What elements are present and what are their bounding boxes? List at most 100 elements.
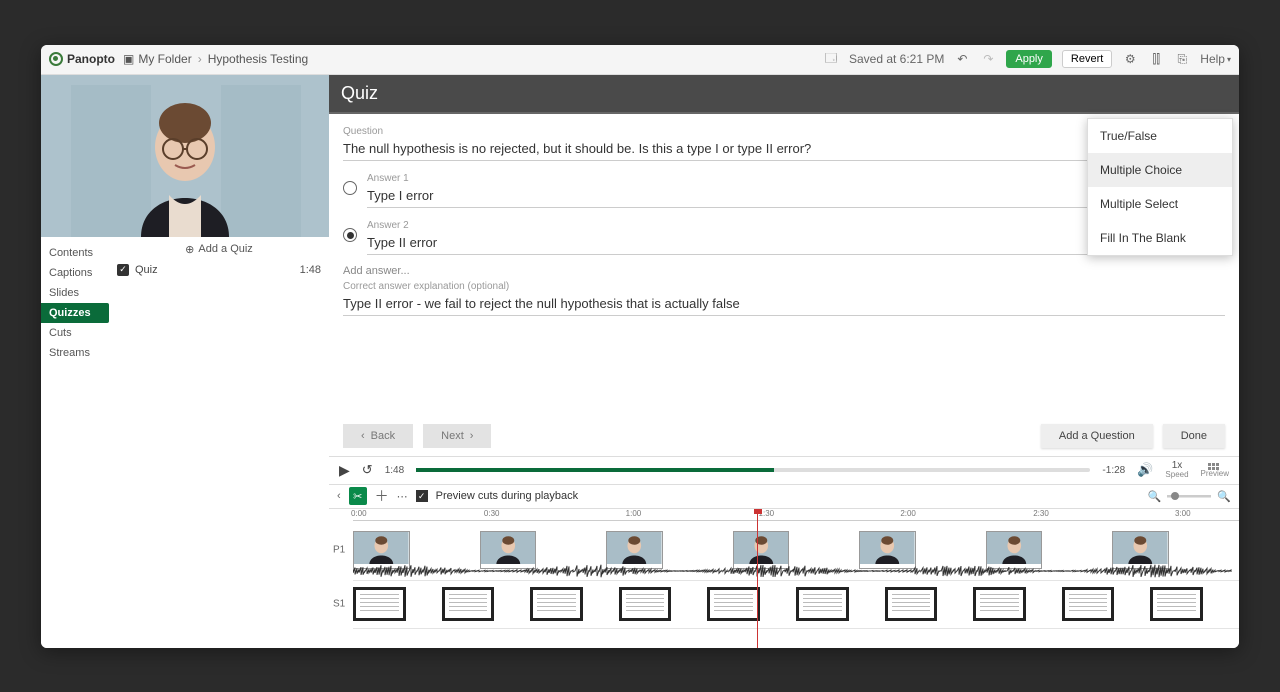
revert-button[interactable]: Revert	[1062, 50, 1112, 68]
nav-contents[interactable]: Contents	[41, 243, 109, 263]
ruler-mark: 1:00	[626, 509, 642, 518]
quiz-nav-row: ‹Back Next› Add a Question Done	[329, 416, 1239, 456]
preview-cuts-label: Preview cuts during playback	[436, 490, 578, 502]
slide-thumb-frame[interactable]	[885, 587, 938, 621]
captions-icon[interactable]: 🗔	[823, 49, 839, 70]
slide-thumb-frame[interactable]	[353, 587, 406, 621]
chevron-right-icon: ›	[198, 52, 202, 66]
cut-tool-icon[interactable]: ✂	[349, 487, 367, 505]
rewind-icon[interactable]: ↺	[362, 462, 373, 478]
timeline[interactable]: 0:00 0:30 1:00 1:30 2:00 2:30 3:00 P1 S1	[329, 508, 1239, 648]
export-icon[interactable]: ⎘	[1174, 52, 1190, 67]
nav-cuts[interactable]: Cuts	[41, 323, 109, 343]
track-primary[interactable]: P1	[353, 521, 1239, 581]
apply-button[interactable]: Apply	[1006, 50, 1052, 68]
saved-status: Saved at 6:21 PM	[849, 52, 944, 66]
back-button[interactable]: ‹Back	[343, 424, 413, 448]
video-preview[interactable]	[41, 75, 329, 237]
slide-thumb-frame[interactable]	[619, 587, 672, 621]
plus-circle-icon: ⊕	[185, 243, 194, 256]
more-tool-icon[interactable]: ⋯	[397, 490, 408, 503]
add-tool-icon[interactable]: ＋	[375, 486, 389, 506]
type-option-truefalse[interactable]: True/False	[1088, 119, 1232, 153]
panopto-icon	[49, 52, 63, 66]
current-time: 1:48	[385, 465, 404, 476]
zoom-in-icon[interactable]: 🔍	[1217, 490, 1231, 503]
quiz-item-time: 1:48	[300, 264, 321, 276]
check-icon: ✓	[117, 264, 129, 276]
top-bar: Panopto ▣ My Folder › Hypothesis Testing…	[41, 45, 1239, 75]
question-type-dropdown[interactable]: True/False Multiple Choice Multiple Sele…	[1087, 118, 1233, 256]
undo-icon[interactable]: ↶	[954, 52, 970, 66]
explanation-label: Correct answer explanation (optional)	[343, 281, 1225, 292]
brand-logo[interactable]: Panopto	[49, 52, 115, 66]
chevron-right-icon: ›	[470, 430, 474, 442]
add-answer-button[interactable]: Add answer...	[343, 265, 1225, 277]
answer-2-radio[interactable]	[343, 228, 357, 242]
zoom-out-icon[interactable]: 🔍	[1148, 490, 1162, 503]
ruler-mark: 0:00	[351, 509, 367, 518]
type-option-multiplechoice[interactable]: Multiple Choice	[1088, 153, 1232, 187]
nav-quizzes[interactable]: Quizzes	[41, 303, 109, 323]
help-label: Help	[1200, 52, 1225, 66]
ruler-mark: 2:30	[1033, 509, 1049, 518]
slide-thumb-frame[interactable]	[1150, 587, 1203, 621]
track-label-p1: P1	[333, 545, 345, 556]
ruler-mark: 0:30	[484, 509, 500, 518]
playhead[interactable]	[757, 509, 758, 648]
nav-captions[interactable]: Captions	[41, 263, 109, 283]
ruler-mark: 2:00	[900, 509, 916, 518]
nav-streams[interactable]: Streams	[41, 343, 109, 363]
preview-cuts-checkbox[interactable]: ✓	[416, 490, 428, 502]
folder-icon: ▣	[123, 52, 134, 66]
type-option-multipleselect[interactable]: Multiple Select	[1088, 187, 1232, 221]
chevron-down-icon: ▾	[1227, 55, 1231, 64]
redo-icon[interactable]: ↷	[980, 52, 996, 66]
breadcrumb-folder[interactable]: ▣ My Folder	[123, 52, 192, 66]
gear-icon[interactable]: ⚙	[1122, 52, 1138, 66]
side-content: ⊕ Add a Quiz ✓ Quiz 1:48	[109, 237, 329, 648]
next-button[interactable]: Next›	[423, 424, 491, 448]
breadcrumb: ▣ My Folder › Hypothesis Testing	[123, 52, 308, 66]
chevron-left-icon: ‹	[361, 430, 365, 442]
playback-bar: ▶ ↺ 1:48 -1:28 🔊 1x Speed Preview	[329, 456, 1239, 484]
stats-icon[interactable]: ⫿⫿	[1148, 52, 1164, 67]
add-quiz-button[interactable]: ⊕ Add a Quiz	[117, 243, 321, 256]
quiz-item-name: Quiz	[135, 264, 158, 276]
progress-bar[interactable]	[416, 468, 1090, 472]
left-panel: Contents Captions Slides Quizzes Cuts St…	[41, 75, 329, 648]
speed-control[interactable]: 1x Speed	[1165, 461, 1188, 479]
explanation-input[interactable]	[343, 292, 1225, 316]
type-option-fillblank[interactable]: Fill In The Blank	[1088, 221, 1232, 255]
add-quiz-label: Add a Quiz	[198, 243, 252, 256]
help-menu[interactable]: Help ▾	[1200, 52, 1231, 66]
slide-thumb-frame[interactable]	[796, 587, 849, 621]
zoom-slider[interactable]	[1167, 495, 1211, 498]
slide-thumb-frame[interactable]	[973, 587, 1026, 621]
volume-icon[interactable]: 🔊	[1137, 462, 1153, 478]
brand-name: Panopto	[67, 52, 115, 66]
add-question-button[interactable]: Add a Question	[1041, 424, 1153, 448]
remaining-time: -1:28	[1102, 465, 1125, 476]
play-icon[interactable]: ▶	[339, 462, 350, 479]
side-nav: Contents Captions Slides Quizzes Cuts St…	[41, 237, 109, 648]
nav-slides[interactable]: Slides	[41, 283, 109, 303]
preview-grid[interactable]: Preview	[1201, 463, 1229, 478]
collapse-icon[interactable]: ‹	[337, 490, 341, 502]
quiz-header: Quiz	[329, 75, 1239, 114]
done-button[interactable]: Done	[1163, 424, 1225, 448]
quiz-list-item[interactable]: ✓ Quiz 1:48	[117, 262, 321, 278]
slide-thumb-frame[interactable]	[1062, 587, 1115, 621]
breadcrumb-folder-label: My Folder	[138, 52, 191, 66]
slide-thumb-frame[interactable]	[530, 587, 583, 621]
answer-1-radio[interactable]	[343, 181, 357, 195]
ruler-mark: 3:00	[1175, 509, 1191, 518]
track-slides[interactable]: S1	[353, 581, 1239, 629]
breadcrumb-title[interactable]: Hypothesis Testing	[208, 52, 309, 66]
timeline-tools: ‹ ✂ ＋ ⋯ ✓ Preview cuts during playback 🔍…	[329, 484, 1239, 508]
timeline-ruler[interactable]: 0:00 0:30 1:00 1:30 2:00 2:30 3:00	[353, 509, 1239, 521]
editor-panel: Quiz Question Answer 1 Answer 2	[329, 75, 1239, 648]
slide-thumb-frame[interactable]	[442, 587, 495, 621]
track-label-s1: S1	[333, 599, 345, 610]
slide-thumb-frame[interactable]	[707, 587, 760, 621]
